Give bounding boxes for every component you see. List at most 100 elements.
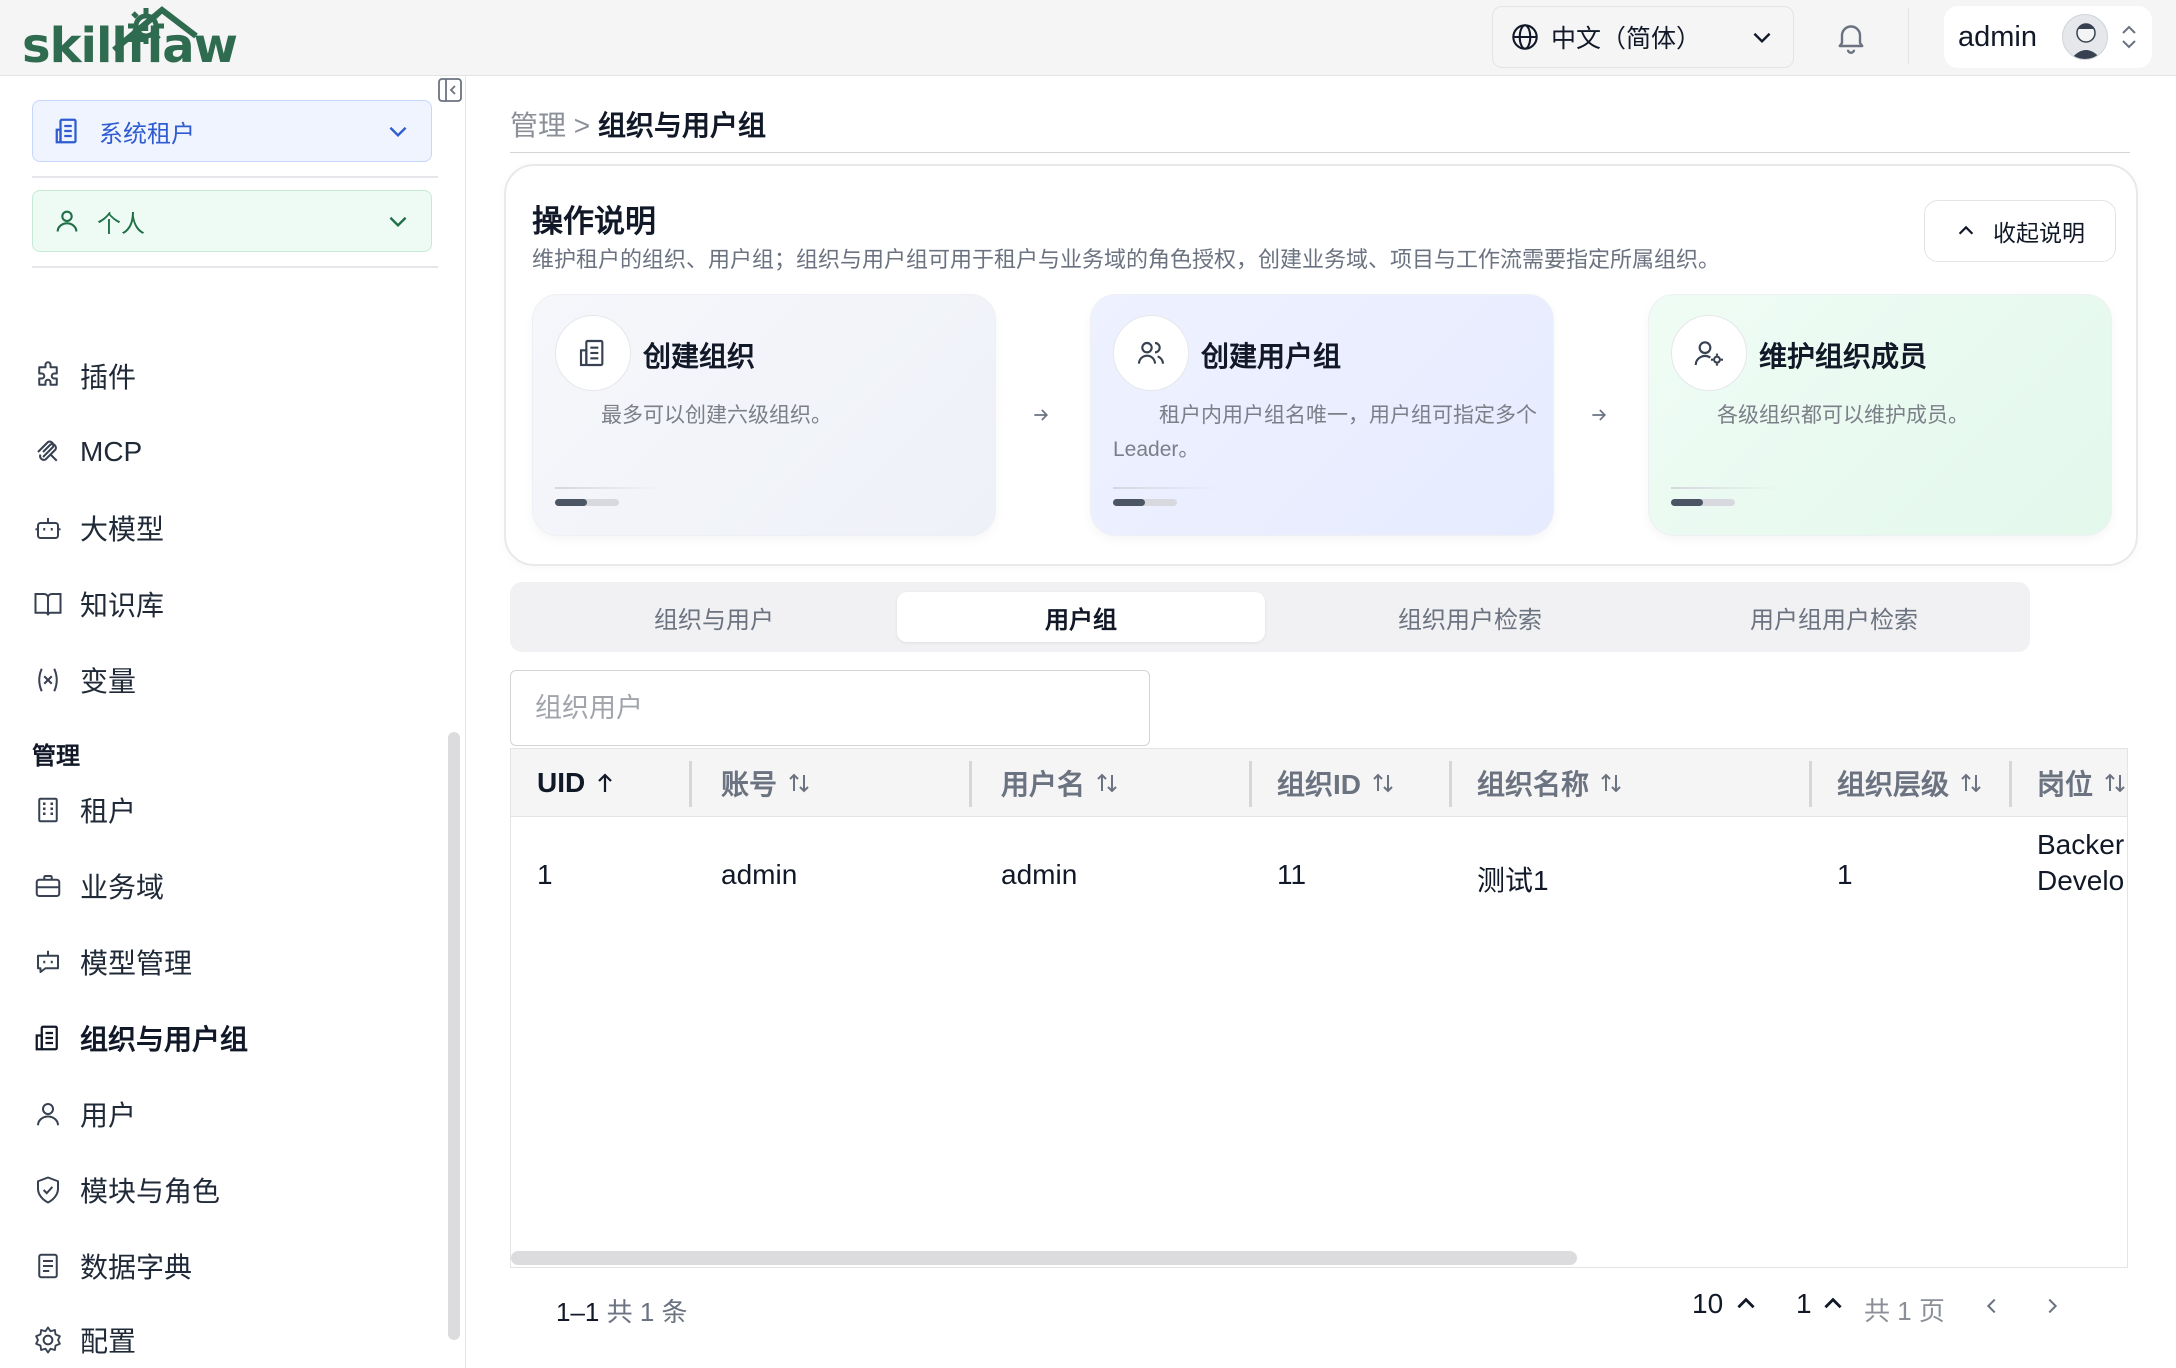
sidebar-item-tenants[interactable]: 租户 [32, 782, 432, 838]
column-header-org-level[interactable]: 组织层级 [1837, 749, 1983, 817]
cell-account: admin [721, 859, 798, 890]
column-resizer[interactable] [1249, 761, 1252, 807]
tenant-label: 系统租户 [99, 120, 195, 148]
logo[interactable]: skillflaw [20, 4, 275, 74]
avatar [2062, 14, 2108, 60]
column-header-position[interactable]: 岗位 [2037, 749, 2127, 817]
org-icon [32, 1022, 64, 1054]
chevron-updown-icon [2122, 25, 2136, 49]
org-icon [555, 315, 631, 391]
step-description: 最多可以创建六级组织。 [601, 404, 832, 427]
puzzle-icon [32, 360, 64, 392]
sidebar-item-knowledge[interactable]: 知识库 [32, 576, 432, 632]
sidebar-item-variables[interactable]: 变量 [32, 652, 432, 708]
sidebar-divider [32, 176, 438, 178]
variable-icon [32, 664, 64, 696]
sidebar-item-mcp[interactable]: MCP [32, 424, 432, 480]
column-header-org-name[interactable]: 组织名称 [1477, 749, 1623, 817]
sidebar-item-modules-roles[interactable]: 模块与角色 [32, 1162, 432, 1218]
search-input[interactable] [510, 670, 1150, 746]
chevron-up-icon [1823, 1297, 1842, 1309]
language-select[interactable]: 中文（简体） [1492, 6, 1794, 68]
sort-icon [1095, 771, 1119, 795]
users-icon [1113, 315, 1189, 391]
help-title: 操作说明 [532, 204, 656, 239]
step-divider [1113, 487, 1223, 489]
sidebar-item-label: 组织与用户组 [80, 1024, 249, 1055]
sidebar-item-plugins[interactable]: 插件 [32, 348, 432, 404]
arrow-right-icon [1582, 398, 1616, 432]
pagination-pages: 共 1 页 [1864, 1296, 1945, 1326]
breadcrumb: 管理 > 组织与用户组 [510, 104, 766, 144]
column-header-org-id[interactable]: 组织ID [1277, 749, 1395, 817]
tenant-select[interactable]: 系统租户 [32, 100, 432, 162]
personal-select[interactable]: 个人 [32, 190, 432, 252]
chevron-left-icon [1986, 1298, 1996, 1314]
step-card-create-org: 创建组织 最多可以创建六级组织。 [532, 294, 996, 536]
tab-usergroup-user-search[interactable]: 用户组用户检索 [1650, 592, 2018, 642]
sidebar-collapse-icon[interactable] [436, 76, 464, 104]
collapse-help-label: 收起说明 [1993, 220, 2085, 246]
page-size-select[interactable]: 10 [1692, 1288, 1759, 1320]
sidebar-item-business-domain[interactable]: 业务域 [32, 858, 432, 914]
cell-username: admin [1001, 859, 1078, 890]
user-menu[interactable]: admin [1944, 6, 2152, 68]
breadcrumb-separator: > [573, 110, 591, 141]
chevron-up-icon [1958, 225, 1974, 235]
tab-org-user-search[interactable]: 组织用户检索 [1286, 592, 1654, 642]
sidebar-scrollbar[interactable] [448, 732, 460, 1340]
globe-icon [1512, 24, 1538, 50]
username: admin [1958, 20, 2037, 53]
step-title: 创建组织 [643, 341, 756, 372]
sidebar-item-users[interactable]: 用户 [32, 1086, 432, 1142]
column-resizer[interactable] [689, 761, 692, 807]
sidebar-item-label: 租户 [80, 796, 137, 827]
sidebar-item-label: 插件 [80, 362, 137, 393]
page-number-select[interactable]: 1 [1796, 1288, 1846, 1320]
sidebar-item-model-management[interactable]: 模型管理 [32, 934, 432, 990]
column-header-uid[interactable]: UID [537, 749, 615, 817]
breadcrumb-current: 组织与用户组 [597, 110, 766, 141]
step-divider [555, 487, 665, 489]
table-header: UID 账号 用户名 组织ID 组织名称 组织层级 岗位 [511, 749, 2127, 817]
column-resizer[interactable] [2009, 761, 2012, 807]
sidebar-item-settings[interactable]: 配置 [32, 1312, 432, 1368]
briefcase-icon [32, 870, 64, 902]
step-progress [1671, 499, 1735, 506]
cell-org-level: 1 [1837, 859, 1853, 890]
horizontal-scrollbar[interactable] [511, 1251, 1577, 1265]
sidebar-item-label: 变量 [80, 666, 137, 697]
column-resizer[interactable] [969, 761, 972, 807]
tab-usergroups[interactable]: 用户组 [897, 592, 1265, 642]
sort-icon [1959, 771, 1983, 795]
sidebar-item-org-usergroup[interactable]: 组织与用户组 [32, 1010, 432, 1066]
step-card-maintain-members: 维护组织成员 各级组织都可以维护成员。 [1648, 294, 2112, 536]
step-card-create-usergroup: 创建用户组 租户内用户组名唯一，用户组可指定多个 Leader。 [1090, 294, 1554, 536]
chevron-down-icon [389, 126, 407, 138]
sidebar-item-data-dictionary[interactable]: 数据字典 [32, 1238, 432, 1294]
sidebar-item-label: 模块与角色 [80, 1176, 221, 1207]
sidebar-item-llm[interactable]: 大模型 [32, 500, 432, 556]
column-resizer[interactable] [1809, 761, 1812, 807]
sidebar-divider [32, 266, 438, 268]
help-card: 操作说明 维护租户的组织、用户组；组织与用户组可用于租户与业务域的角色授权，创建… [504, 164, 2138, 566]
breadcrumb-parent[interactable]: 管理 [510, 110, 566, 141]
collapse-help-button[interactable]: 收起说明 [1924, 200, 2116, 262]
personal-label: 个人 [97, 210, 145, 238]
next-page-button[interactable] [2036, 1290, 2068, 1322]
chevron-down-icon [1753, 32, 1771, 44]
book-icon [32, 588, 64, 620]
pagination-total: 1–1 共 1 条 [556, 1297, 688, 1327]
prev-page-button[interactable] [1976, 1290, 2008, 1322]
step-title: 维护组织成员 [1759, 341, 1928, 372]
column-header-account[interactable]: 账号 [721, 749, 811, 817]
mcp-icon [32, 436, 64, 468]
building-icon [32, 794, 64, 826]
step-title: 创建用户组 [1201, 341, 1342, 372]
tab-org-users[interactable]: 组织与用户 [530, 592, 898, 642]
chevron-up-icon [1737, 1297, 1755, 1309]
bell-icon[interactable] [1833, 18, 1869, 56]
sidebar-section-title: 管理 [32, 743, 80, 770]
column-resizer[interactable] [1449, 761, 1452, 807]
column-header-username[interactable]: 用户名 [1001, 749, 1119, 817]
